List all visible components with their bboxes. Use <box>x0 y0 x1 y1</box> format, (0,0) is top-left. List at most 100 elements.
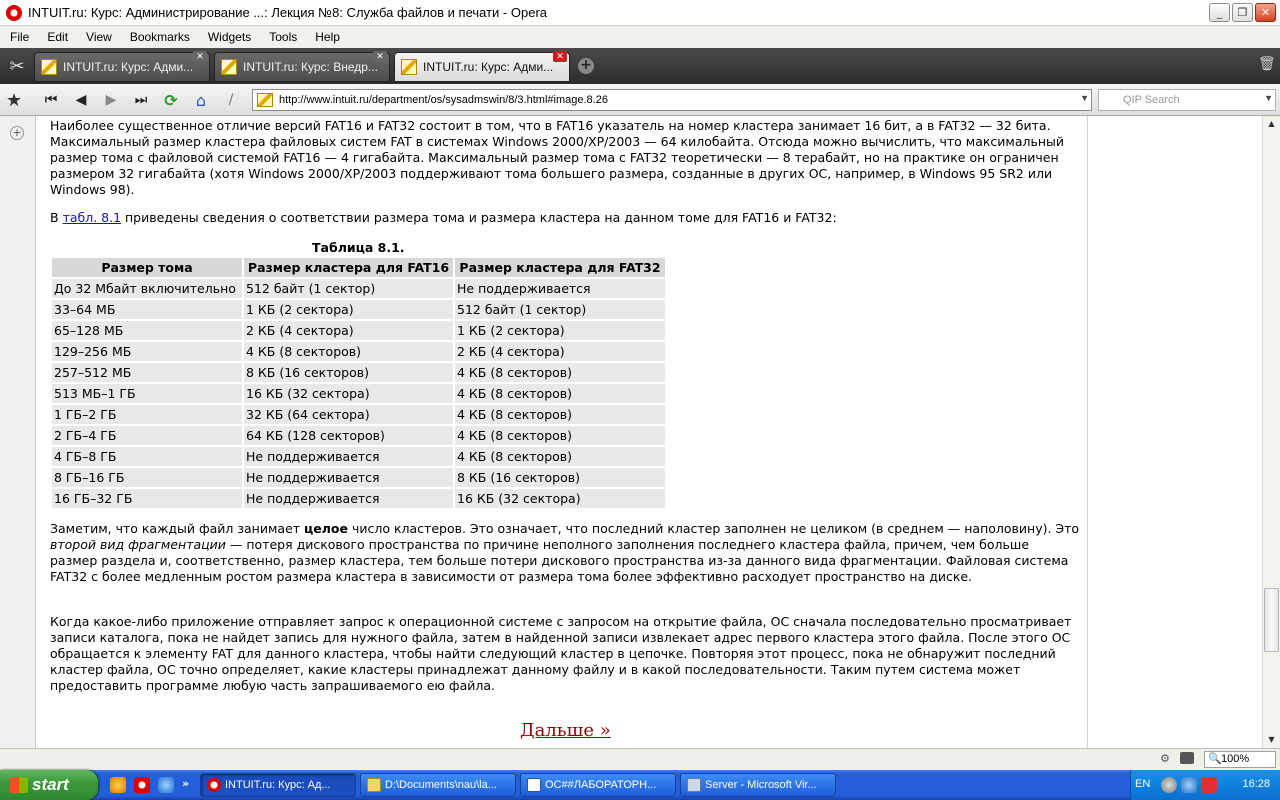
menu-edit[interactable]: Edit <box>37 30 76 44</box>
zoom-control[interactable]: 🔍 100% <box>1204 751 1276 768</box>
forward-arrow-icon[interactable]: ▶ <box>98 88 124 112</box>
add-panel-icon[interactable]: + <box>10 126 24 140</box>
table-cell: 1 КБ (2 сектора) <box>244 300 453 319</box>
status-bar: ⚙ 🔍 100% <box>0 748 1280 770</box>
fast-forward-icon[interactable]: ⏭ <box>128 88 154 112</box>
tab-close-icon[interactable]: ✕ <box>193 51 207 62</box>
paragraph-fragmentation: Заметим, что каждый файл занимает целое … <box>50 521 1080 585</box>
intuit-favicon-icon <box>257 93 273 107</box>
tab-3-active[interactable]: INTUIT.ru: Курс: Адми... ✕ <box>394 51 570 82</box>
menu-view[interactable]: View <box>76 30 120 44</box>
menu-help[interactable]: Help <box>305 30 348 44</box>
address-url: http://www.intuit.ru/department/os/sysad… <box>279 94 608 106</box>
tab-close-icon[interactable]: ✕ <box>553 51 567 62</box>
maximize-button[interactable]: ❐ <box>1232 3 1253 22</box>
close-button[interactable]: ✕ <box>1255 3 1276 22</box>
intuit-favicon-icon <box>41 59 57 75</box>
trash-icon[interactable]: 🗑 <box>1258 56 1276 76</box>
address-bar[interactable]: http://www.intuit.ru/department/os/sysad… <box>252 89 1092 111</box>
taskbar-item-explorer[interactable]: D:\Documents\nau\la... <box>360 773 516 797</box>
scroll-up-arrow-icon[interactable]: ▲ <box>1263 116 1280 132</box>
menu-bookmarks[interactable]: Bookmarks <box>120 30 198 44</box>
table-cell: 16 КБ (32 сектора) <box>455 489 665 508</box>
paragraph-file-lookup: Когда какое-либо приложение отправляет з… <box>50 614 1072 693</box>
table-8-1-link[interactable]: табл. 8.1 <box>63 210 121 225</box>
column-header: Размер кластера для FAT16 <box>244 258 453 277</box>
fragmentation-text-a: Заметим, что каждый файл занимает <box>50 521 305 536</box>
next-page-link[interactable]: Дальше » <box>520 720 611 741</box>
table-cell: 512 байт (1 сектор) <box>455 300 665 319</box>
vertical-scrollbar[interactable]: ▲ ▼ <box>1262 116 1280 748</box>
tray-shield-icon[interactable] <box>1201 777 1217 793</box>
column-header: Размер тома <box>52 258 242 277</box>
start-label: start <box>32 775 69 794</box>
quicklaunch-ie-icon[interactable] <box>158 777 174 793</box>
tab-2[interactable]: INTUIT.ru: Курс: Внедр... ✕ <box>214 51 390 82</box>
back-arrow-icon[interactable]: ◀ <box>68 88 94 112</box>
reload-icon[interactable]: ⟳ <box>158 88 184 112</box>
home-icon[interactable]: ⌂ <box>188 88 214 112</box>
article-content: Наиболее существенное отличие версий FAT… <box>36 116 1088 748</box>
minimize-button[interactable]: _ <box>1209 3 1230 22</box>
quicklaunch-app-icon[interactable] <box>110 777 126 793</box>
tray-app-icon[interactable] <box>1181 777 1197 793</box>
camera-icon[interactable] <box>1180 752 1194 764</box>
table-cell: 8 КБ (16 секторов) <box>244 363 453 382</box>
menu-tools[interactable]: Tools <box>259 30 305 44</box>
windows-taskbar: start » INTUIT.ru: Курс: Ад... D:\Docume… <box>0 770 1280 800</box>
menu-file[interactable]: File <box>0 30 37 44</box>
table-row: 129–256 МБ 4 КБ (8 секторов) 2 КБ (4 секто… <box>52 342 665 361</box>
tab-1[interactable]: INTUIT.ru: Курс: Адми... ✕ <box>34 51 210 82</box>
taskbar-item-opera[interactable]: INTUIT.ru: Курс: Ад... <box>200 773 356 797</box>
table-cell: Не поддерживается <box>244 468 453 487</box>
clock: 16:28 <box>1242 778 1270 790</box>
scroll-down-arrow-icon[interactable]: ▼ <box>1263 732 1280 748</box>
search-dropdown-icon[interactable]: ▼ <box>1264 93 1273 103</box>
tab-label: INTUIT.ru: Курс: Адми... <box>63 60 194 74</box>
side-panel: + <box>0 116 36 748</box>
window-titlebar[interactable]: INTUIT.ru: Курс: Администрирование ...: … <box>0 0 1280 26</box>
table-row: 2 ГБ–4 ГБ 64 КБ (128 секторов) 4 КБ (8 сек… <box>52 426 665 445</box>
start-button[interactable]: start <box>0 770 98 800</box>
table-cell: 257–512 МБ <box>52 363 242 382</box>
rewind-icon[interactable]: ⏮ <box>38 88 64 112</box>
menu-widgets[interactable]: Widgets <box>198 30 259 44</box>
table-cell: 8 КБ (16 секторов) <box>455 468 665 487</box>
bookmarks-panel-star-icon[interactable]: ★ <box>6 90 22 111</box>
menu-bar: File Edit View Bookmarks Widgets Tools H… <box>0 26 1280 48</box>
customize-tools-icon[interactable]: ✂ <box>0 48 34 84</box>
tray-network-icon[interactable] <box>1161 777 1177 793</box>
turbo-icon[interactable]: ⚙ <box>1160 752 1172 766</box>
magnifier-icon: 🔍 <box>1208 753 1222 765</box>
tab-close-icon[interactable]: ✕ <box>373 51 387 62</box>
zoom-level: 100% <box>1221 753 1250 765</box>
windows-flag-icon <box>10 777 28 793</box>
scroll-thumb[interactable] <box>1264 587 1279 652</box>
table-row: 257–512 МБ 8 КБ (16 секторов) 4 КБ (8 сект… <box>52 363 665 382</box>
search-field[interactable]: QIP Search ▼ <box>1098 89 1276 111</box>
table-cell: 513 МБ–1 ГБ <box>52 384 242 403</box>
quicklaunch-opera-icon[interactable] <box>134 777 150 793</box>
taskbar-item-word[interactable]: ОС##ЛАБОРАТОРН... <box>520 773 676 797</box>
table-cell: 16 ГБ–32 ГБ <box>52 489 242 508</box>
new-tab-icon[interactable]: + <box>578 58 594 74</box>
fragmentation-bold: целое <box>304 521 348 536</box>
cluster-size-table: Размер тома Размер кластера для FAT16 Ра… <box>50 256 667 510</box>
language-indicator[interactable]: EN <box>1135 778 1150 790</box>
table-caption: Таблица 8.1. <box>312 240 405 255</box>
fragmentation-italic: второй вид фрагментации <box>50 537 226 552</box>
table-cell: 4 ГБ–8 ГБ <box>52 447 242 466</box>
wand-icon[interactable]: / <box>218 88 244 112</box>
table-cell: 1 ГБ–2 ГБ <box>52 405 242 424</box>
address-dropdown-icon[interactable]: ▼ <box>1080 93 1089 103</box>
table-row: До 32 Мбайт включительно 512 байт (1 сект… <box>52 279 665 298</box>
table-cell: 4 КБ (8 секторов) <box>455 405 665 424</box>
search-placeholder: QIP Search <box>1123 94 1180 106</box>
navigation-bar: ★ ⏮ ◀ ▶ ⏭ ⟳ ⌂ / http://www.intuit.ru/dep… <box>0 84 1280 116</box>
quicklaunch-more-icon[interactable]: » <box>182 777 198 793</box>
table-row: 4 ГБ–8 ГБ Не поддерживается 4 КБ (8 сектор… <box>52 447 665 466</box>
taskbar-item-virtual-pc[interactable]: Server - Microsoft Vir... <box>680 773 836 797</box>
tab-label: INTUIT.ru: Курс: Адми... <box>423 60 554 74</box>
word-document-icon <box>527 778 541 792</box>
table-cell: Не поддерживается <box>455 279 665 298</box>
